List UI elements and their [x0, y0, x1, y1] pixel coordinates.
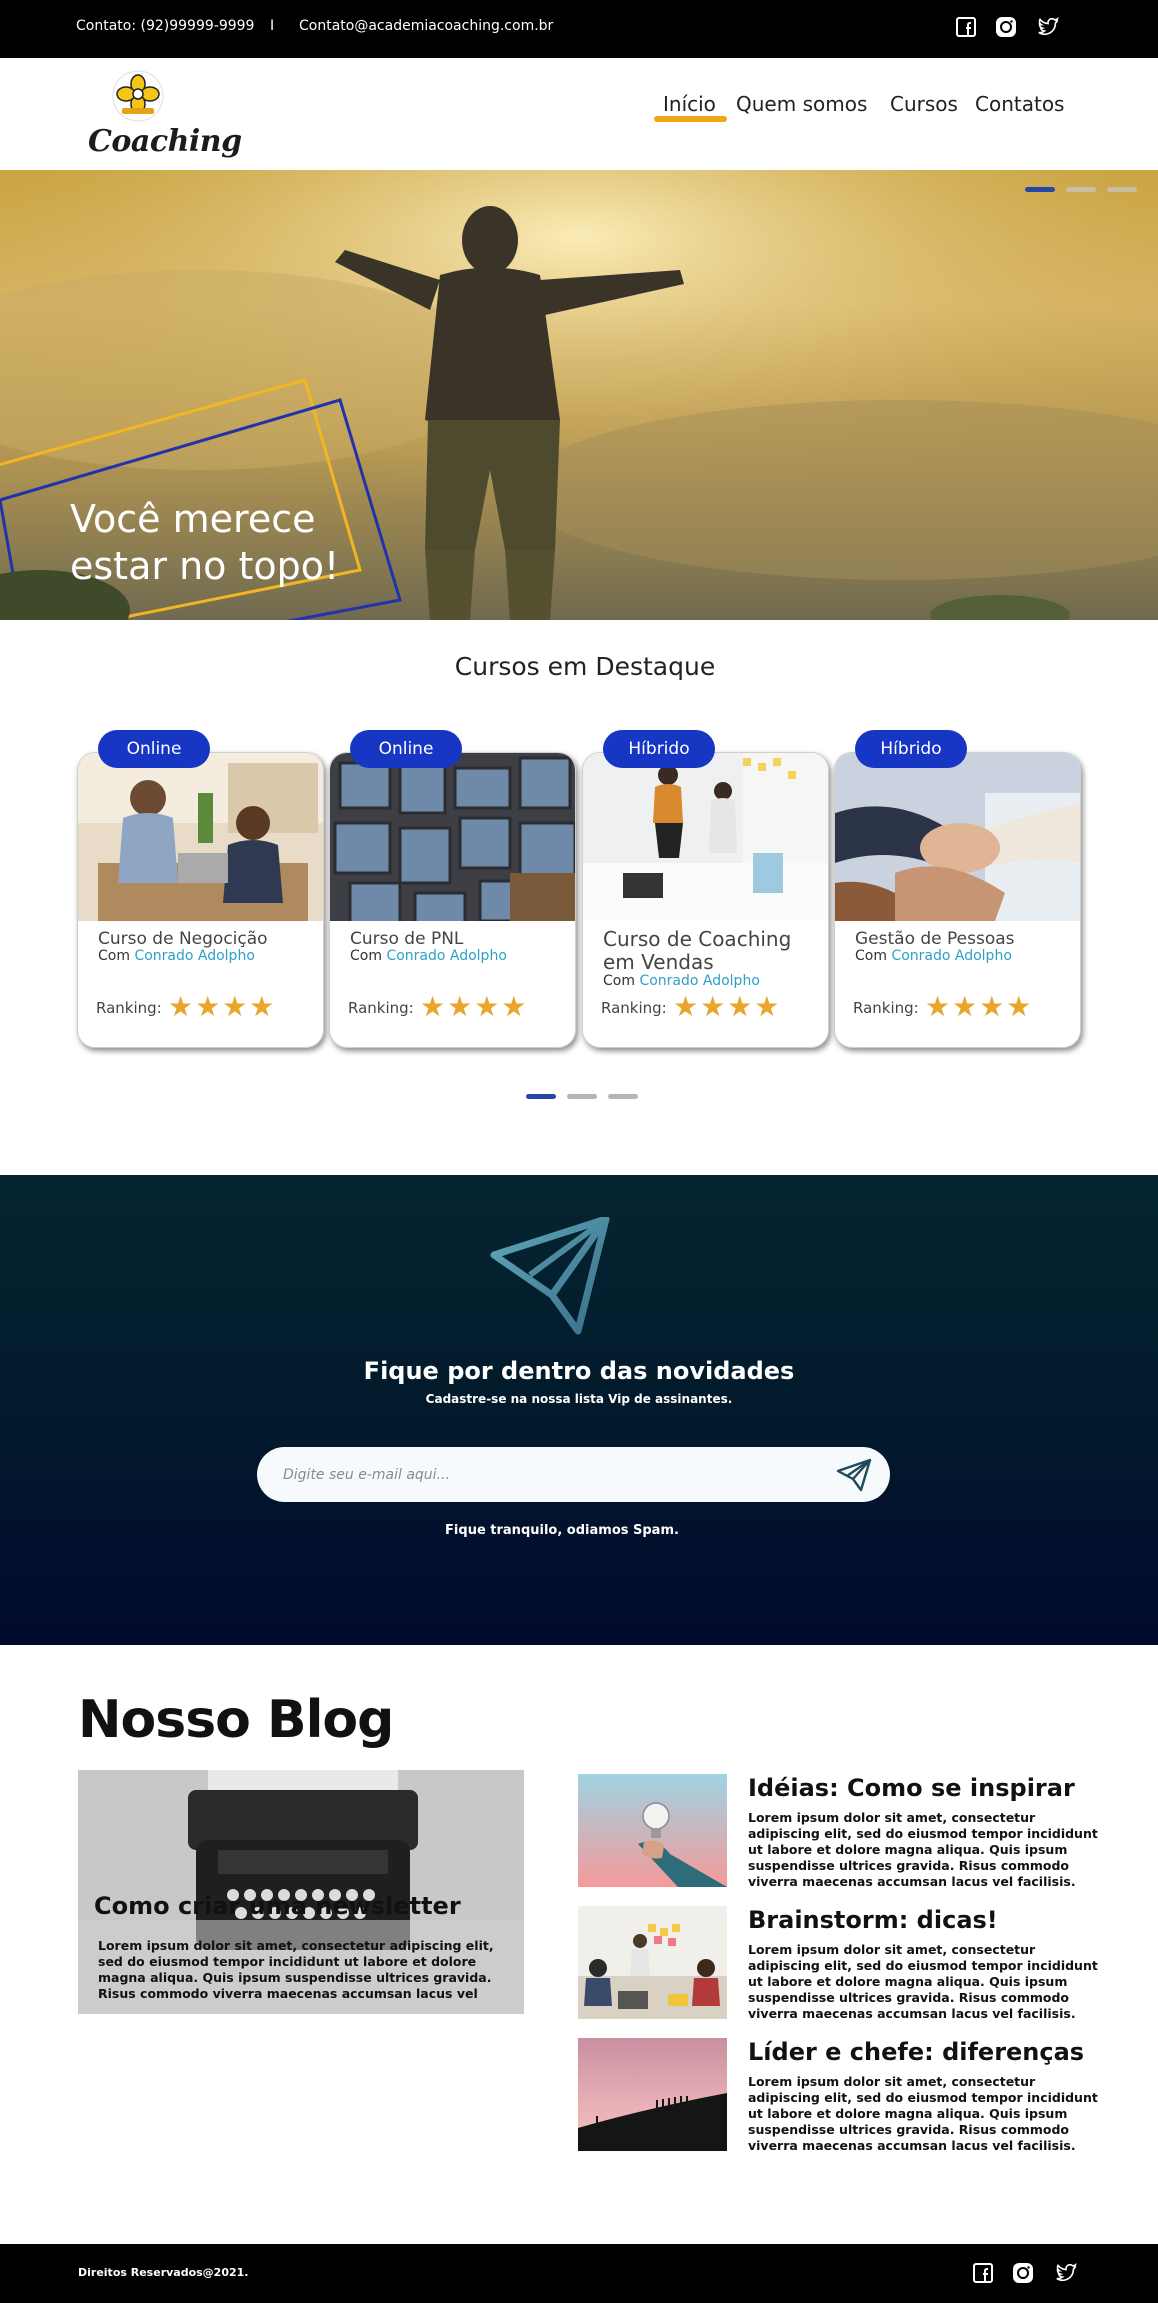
course-badge: Online — [350, 730, 462, 768]
send-icon[interactable] — [835, 1457, 873, 1493]
ranking-stars: ★★★★ — [420, 991, 529, 1022]
hero-slide-dot-3[interactable] — [1107, 187, 1137, 192]
hero-banner: Você merece estar no topo! — [0, 170, 1158, 620]
course-card[interactable]: Curso de Negocição Com Conrado Adolpho R… — [77, 752, 324, 1048]
featured-post[interactable]: Como criar uma newsletter Lorem ipsum do… — [78, 1770, 524, 2014]
course-card[interactable]: Gestão de Pessoas Com Conrado Adolpho Ra… — [834, 752, 1081, 1048]
paper-plane-icon — [490, 1217, 610, 1335]
course-author: Com Conrado Adolpho — [98, 948, 255, 964]
course-badge: Online — [98, 730, 210, 768]
author-prefix: Com — [98, 948, 130, 964]
course-card[interactable]: Curso de PNL Com Conrado Adolpho Ranking… — [329, 752, 576, 1048]
course-author: Com Conrado Adolpho — [855, 948, 1012, 964]
courses-slide-dot-3[interactable] — [608, 1094, 638, 1099]
post-text: Lorem ipsum dolor sit amet, consectetur … — [748, 1942, 1098, 2021]
featured-post-text: Lorem ipsum dolor sit amet, consectetur … — [98, 1938, 494, 2001]
courses-slide-dot-1[interactable] — [526, 1094, 556, 1099]
course-image — [78, 753, 323, 921]
nav-inicio[interactable]: Início — [663, 92, 716, 116]
courses-section-title: Cursos em Destaque — [454, 652, 716, 681]
author-name[interactable]: Conrado Adolpho — [639, 973, 759, 989]
email-input[interactable] — [283, 1461, 803, 1489]
post-text: Lorem ipsum dolor sit amet, consectetur … — [748, 2074, 1098, 2153]
logo-text: Coaching — [88, 124, 242, 159]
author-name[interactable]: Conrado Adolpho — [386, 948, 506, 964]
copyright: Direitos Reservados@2021. — [78, 2266, 249, 2279]
nav-active-underline — [654, 116, 727, 122]
contact-separator: I — [270, 18, 275, 34]
contact-email[interactable]: Contato@academiacoaching.com.br — [299, 18, 553, 34]
post-thumbnail — [578, 1906, 727, 2019]
course-author: Com Conrado Adolpho — [603, 973, 760, 989]
course-author: Com Conrado Adolpho — [350, 948, 507, 964]
blog-post[interactable]: Líder e chefe: diferenças Lorem ipsum do… — [578, 2038, 1138, 2154]
course-image — [835, 753, 1080, 921]
course-card[interactable]: Curso de Coaching em Vendas Com Conrado … — [582, 752, 829, 1048]
hero-title: Você merece estar no topo! — [70, 497, 340, 588]
blog-post[interactable]: Idéias: Como se inspirar Lorem ipsum dol… — [578, 1774, 1138, 1890]
course-badge: Híbrido — [855, 730, 967, 768]
nav-cursos[interactable]: Cursos — [890, 92, 958, 116]
author-prefix: Com — [855, 948, 887, 964]
nav-quem-somos[interactable]: Quem somos — [736, 92, 867, 116]
newsletter-subtitle: Cadastre-se na nossa lista Vip de assina… — [425, 1392, 733, 1406]
flower-logo-icon — [112, 70, 164, 122]
twitter-icon[interactable] — [1055, 2262, 1077, 2284]
logo[interactable]: Coaching — [84, 70, 242, 160]
site-footer: Direitos Reservados@2021. — [0, 2244, 1158, 2303]
blog-heading: Nosso Blog — [78, 1690, 394, 1750]
instagram-icon[interactable] — [995, 16, 1017, 38]
post-text: Lorem ipsum dolor sit amet, consectetur … — [748, 1810, 1098, 1889]
author-name[interactable]: Conrado Adolpho — [891, 948, 1011, 964]
site-header: Coaching Início Quem somos Cursos Contat… — [0, 58, 1158, 170]
top-bar: Contato: (92)99999-9999 I Contato@academ… — [0, 0, 1158, 58]
courses-slide-dot-2[interactable] — [567, 1094, 597, 1099]
ranking-label: Ranking: — [348, 999, 414, 1017]
ranking-label: Ranking: — [601, 999, 667, 1017]
post-title[interactable]: Idéias: Como se inspirar — [748, 1774, 1075, 1802]
facebook-icon[interactable] — [955, 16, 977, 38]
author-name[interactable]: Conrado Adolpho — [134, 948, 254, 964]
blog-post[interactable]: Brainstorm: dicas! Lorem ipsum dolor sit… — [578, 1906, 1138, 2022]
ranking-stars: ★★★★ — [673, 991, 782, 1022]
course-title: Curso de Coaching em Vendas — [603, 927, 792, 974]
newsletter-title: Fique por dentro das novidades — [363, 1357, 795, 1385]
facebook-icon[interactable] — [972, 2262, 994, 2284]
newsletter-section: Fique por dentro das novidades Cadastre-… — [0, 1175, 1158, 1645]
twitter-icon[interactable] — [1037, 16, 1059, 38]
nav-contatos[interactable]: Contatos — [975, 92, 1064, 116]
ranking-stars: ★★★★ — [925, 991, 1034, 1022]
post-title[interactable]: Líder e chefe: diferenças — [748, 2038, 1084, 2066]
post-thumbnail — [578, 1774, 727, 1887]
hero-slide-dot-1[interactable] — [1025, 187, 1055, 192]
author-prefix: Com — [603, 973, 635, 989]
instagram-icon[interactable] — [1012, 2262, 1034, 2284]
newsletter-note: Fique tranquilo, odiamos Spam. — [445, 1523, 679, 1538]
contact-phone: Contato: (92)99999-9999 — [76, 18, 255, 34]
newsletter-form — [257, 1447, 890, 1502]
ranking-stars: ★★★★ — [168, 991, 277, 1022]
post-title[interactable]: Brainstorm: dicas! — [748, 1906, 998, 1934]
featured-post-title[interactable]: Como criar uma newsletter — [94, 1892, 461, 1920]
course-image — [330, 753, 575, 921]
author-prefix: Com — [350, 948, 382, 964]
course-image — [583, 753, 828, 921]
post-thumbnail — [578, 2038, 727, 2151]
course-badge: Híbrido — [603, 730, 715, 768]
ranking-label: Ranking: — [96, 999, 162, 1017]
ranking-label: Ranking: — [853, 999, 919, 1017]
hero-slide-dot-2[interactable] — [1066, 187, 1096, 192]
